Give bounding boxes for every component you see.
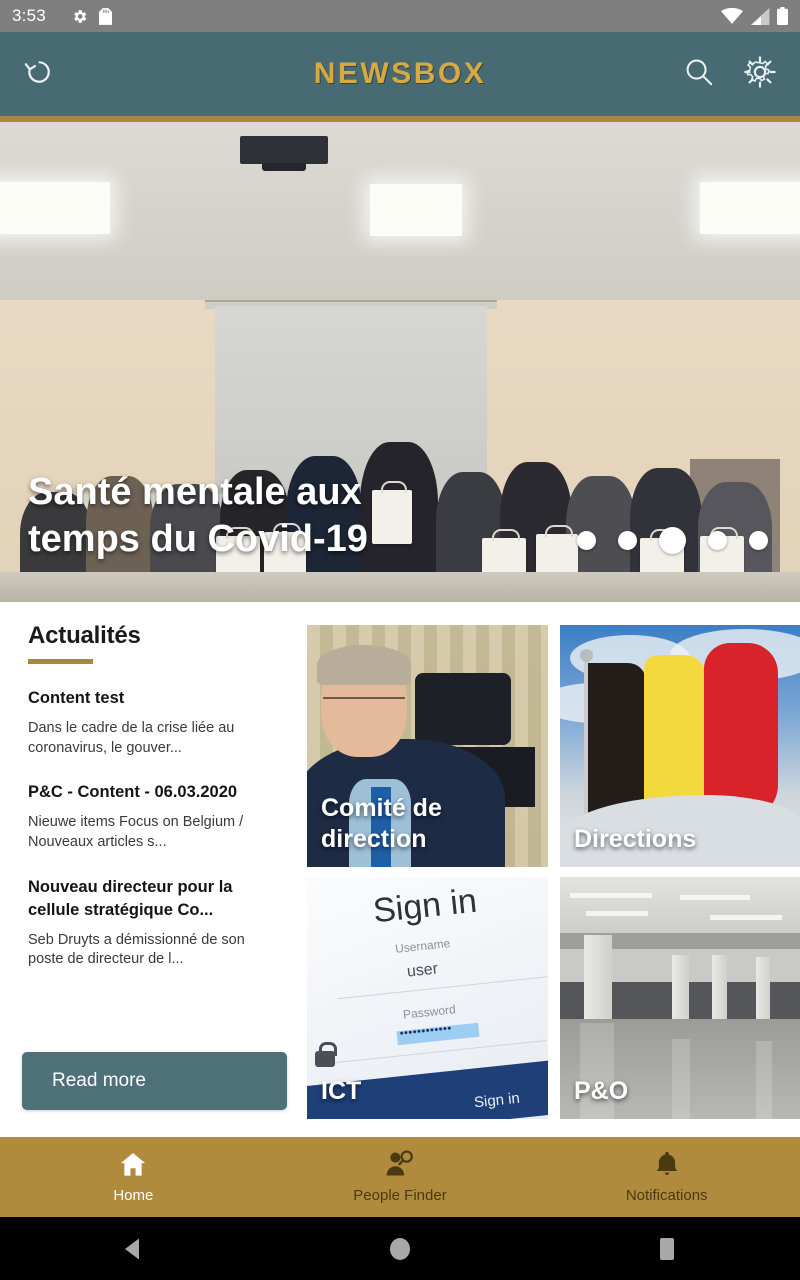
gear-icon[interactable] (742, 54, 778, 95)
tile-label: P&O (574, 1076, 629, 1105)
signin-username-value: user (406, 960, 439, 981)
tile-row: Sign in Username user Password Sign in I… (307, 877, 800, 1119)
home-icon (118, 1150, 148, 1183)
news-column: Actualités Content test Dans le cadre de… (0, 602, 300, 970)
android-status-bar: 3:53 (0, 0, 800, 32)
carousel-dots (577, 527, 768, 554)
cellular-signal-icon (750, 7, 770, 25)
carousel-dot[interactable] (618, 531, 637, 550)
tile-directions[interactable]: Directions (560, 625, 800, 867)
hero-headline: Santé mentale aux temps du Covid-19 (28, 471, 368, 560)
tile-po[interactable]: P&O (560, 877, 800, 1119)
square-recents-icon[interactable] (533, 1236, 800, 1262)
nav-item-people-finder[interactable]: People Finder (267, 1137, 534, 1217)
news-title-underline (28, 659, 93, 664)
circle-home-icon[interactable] (267, 1236, 534, 1262)
news-list-item[interactable]: Nouveau directeur pour la cellule straté… (28, 876, 278, 970)
tile-comite-de-direction[interactable]: Comité de direction (307, 625, 548, 867)
tile-row: Comité de direction Directions (307, 625, 800, 867)
search-icon[interactable] (682, 55, 716, 94)
status-bar-right (721, 7, 788, 26)
news-item-title: Content test (28, 689, 125, 707)
android-system-nav (0, 1217, 800, 1280)
tile-label: Comité de direction (321, 793, 442, 853)
status-bar-clock: 3:53 (12, 6, 46, 25)
sd-card-icon (98, 7, 112, 25)
app-bar-actions (682, 54, 778, 95)
main-content: Actualités Content test Dans le cadre de… (0, 602, 800, 1137)
rotate-left-icon[interactable] (22, 55, 56, 94)
person-search-icon (385, 1150, 415, 1183)
nav-item-notifications[interactable]: Notifications (533, 1137, 800, 1217)
app-bar: NEWSBOX (0, 32, 800, 116)
read-more-label: Read more (52, 1070, 146, 1091)
status-bar-left: 3:53 (12, 6, 112, 26)
news-list-item[interactable]: P&C - Content - 06.03.2020 Nieuwe items … (28, 781, 278, 852)
news-item-title: Nouveau directeur pour la cellule straté… (28, 877, 233, 919)
nav-item-home[interactable]: Home (0, 1137, 267, 1217)
tile-label: Directions (574, 824, 697, 853)
battery-icon (777, 7, 788, 26)
app-screen: 3:53 NEWSBOX Santé mentale aux temps du … (0, 0, 800, 1280)
news-item-summary: Nieuwe items Focus on Belgium / Nouveaux… (28, 814, 244, 851)
gear-icon (71, 8, 88, 25)
read-more-button[interactable]: Read more (22, 1052, 287, 1110)
news-item-summary: Dans le cadre de la crise liée au corona… (28, 719, 235, 756)
bell-icon (653, 1150, 681, 1183)
carousel-dot[interactable] (708, 531, 727, 550)
news-list-item[interactable]: Content test Dans le cadre de la crise l… (28, 687, 278, 758)
carousel-dot[interactable] (749, 531, 768, 550)
nav-item-label: Notifications (625, 1187, 708, 1204)
triangle-back-icon[interactable] (0, 1237, 267, 1261)
lock-icon (315, 1042, 337, 1067)
tile-label: ICT (321, 1076, 362, 1105)
app-title: NEWSBOX (313, 57, 487, 90)
nav-item-label: People Finder (353, 1187, 447, 1204)
carousel-dot-active[interactable] (659, 527, 686, 554)
hero-carousel[interactable]: Santé mentale aux temps du Covid-19 (0, 122, 800, 602)
news-item-title: P&C - Content - 06.03.2020 (28, 783, 238, 802)
nav-item-label: Home (113, 1187, 154, 1204)
bottom-navigation: Home People Finder Notifications (0, 1137, 800, 1217)
news-section-title: Actualités (28, 622, 141, 649)
tile-grid: Comité de direction Directions Sign in U… (307, 625, 800, 1129)
news-item-summary: Seb Druyts a démissionné de son poste de… (28, 931, 245, 968)
tile-ict[interactable]: Sign in Username user Password Sign in I… (307, 877, 548, 1119)
wifi-icon (721, 7, 743, 25)
carousel-dot[interactable] (577, 531, 596, 550)
